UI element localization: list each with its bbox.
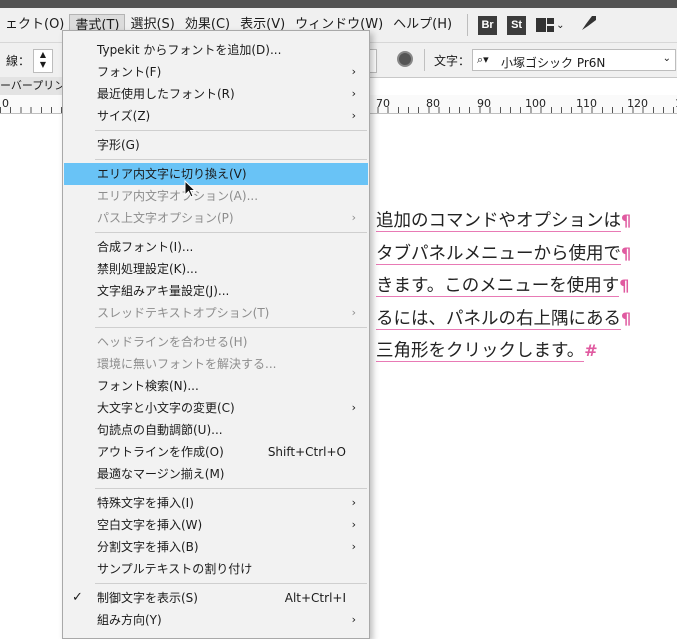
end-of-story-mark: # [584,341,598,360]
submenu-arrow-icon: › [351,65,356,78]
menubar-divider [467,14,469,36]
title-strip [0,0,677,8]
menu-item-insert-special-char[interactable]: 特殊文字を挿入(I) › [64,492,368,514]
menu-item-find-font[interactable]: フォント検索(N)... [64,375,368,397]
mouse-cursor-icon [184,180,196,198]
checkmark-icon: ✓ [72,590,83,605]
menu-item-insert-whitespace[interactable]: 空白文字を挿入(W) › [64,514,368,536]
workspace-switcher-icon[interactable]: ⌄ [536,18,564,32]
menu-item-mojikumi[interactable]: 文字組みアキ量設定(J)... [64,280,368,302]
ruler-label: 70 [376,97,390,110]
submenu-arrow-icon: › [351,518,356,531]
menu-item-change-case[interactable]: 大文字と小文字の変更(C) › [64,397,368,419]
submenu-arrow-icon: › [351,401,356,414]
text-line: るには、パネルの右上隅にある¶ [376,308,632,330]
menu-item-size[interactable]: サイズ(Z) › [64,105,368,127]
ruler-label: 80 [426,97,440,110]
paragraph-mark: ¶ [621,308,632,328]
character-label: 文字： [434,54,471,68]
ruler-label: 90 [477,97,491,110]
shortcut-text: Alt+Ctrl+I [284,591,346,605]
submenu-arrow-icon: › [351,613,356,626]
type-menu-dropdown: Typekit からフォントを追加(D)... フォント(F) › 最近使用したフ… [62,30,370,639]
menu-divider [95,488,367,489]
menu-item-glyphs[interactable]: 字形(G) [64,134,368,156]
submenu-arrow-icon: › [351,496,356,509]
chevron-down-icon[interactable]: ⌄ [663,53,671,64]
stock-icon[interactable]: St [507,15,527,35]
menu-item-kinsoku[interactable]: 禁則処理設定(K)... [64,258,368,280]
menu-divider [95,159,367,160]
menu-divider [95,327,367,328]
font-family-field[interactable]: ⌕▾ 小塚ゴシック Pr6N ⌄ [472,49,676,71]
ruler-label: 100 [525,97,546,110]
menu-item-fit-headline: ヘッドラインを合わせる(H) [97,335,248,349]
bridge-icon[interactable]: Br [478,15,498,35]
menu-item-smart-punctuation[interactable]: 句読点の自動調節(U)... [64,419,368,441]
menu-help[interactable]: ヘルプ(H) [388,14,457,36]
submenu-arrow-icon: › [351,109,356,122]
text-line: きます。このメニューを使用す¶ [376,276,630,297]
stroke-label: 線： [6,54,31,68]
menu-item-composite-fonts[interactable]: 合成フォント(I)... [64,236,368,258]
ruler-label: 0 [2,97,9,110]
menu-item-fill-placeholder[interactable]: サンプルテキストの割り付け [64,558,368,580]
submenu-arrow-icon: › [351,306,356,319]
menu-item-show-hidden-chars[interactable]: ✓ 制御文字を表示(S) Alt+Ctrl+I [64,587,368,609]
text-line: タブパネルメニューから使用で¶ [376,243,632,265]
submenu-arrow-icon: › [351,87,356,100]
stroke-stepper[interactable]: ▲ ▼ [33,49,53,73]
paragraph-mark: ¶ [621,243,632,263]
shortcut-text: Shift+Ctrl+O [267,445,346,459]
publish-rocket-icon[interactable] [580,14,598,36]
ruler-label: 110 [576,97,597,110]
paragraph-mark: ¶ [621,211,632,230]
menu-item-type-on-path-options: パス上文字オプション(P) › [64,207,368,229]
paragraph-mark: ¶ [619,276,630,295]
font-family-value: 小塚ゴシック Pr6N [501,56,606,70]
text-line: 追加のコマンドやオプションは¶ [376,211,632,232]
ruler-label: 120 [627,97,648,110]
menu-item-type-orientation[interactable]: 組み方向(Y) › [64,609,368,631]
text-line: 三角形をクリックします。# [376,341,598,362]
submenu-arrow-icon: › [351,211,356,224]
menu-item-typekit[interactable]: Typekit からフォントを追加(D)... [64,39,368,61]
menu-item-resolve-missing-fonts: 環境に無いフォントを解決する... [97,357,277,371]
menu-item-area-type[interactable]: エリア内文字に切り換え(V) [64,163,368,185]
menu-item-recent-fonts[interactable]: 最近使用したフォント(R) › [64,83,368,105]
menu-item-optical-margin[interactable]: 最適なマージン揃え(M) [64,463,368,485]
menu-item-area-type-options: エリア内文字オプション(A)... [97,189,259,203]
chevron-down-icon: ⌄ [556,19,565,31]
menu-item-insert-break[interactable]: 分割文字を挿入(B) › [64,536,368,558]
control-divider [424,49,425,71]
document-tab[interactable]: ーバープリントプレ [0,77,69,95]
search-icon: ⌕▾ [477,53,489,66]
menu-divider [95,583,367,584]
menu-item-create-outlines[interactable]: アウトラインを作成(O) Shift+Ctrl+O [64,441,368,463]
menu-divider [95,130,367,131]
submenu-arrow-icon: › [351,540,356,553]
menu-item-threaded-text: スレッドテキストオプション(T) › [64,302,368,324]
text-frame[interactable]: 追加のコマンドやオプションは¶ タブパネルメニューから使用で¶ きます。このメニ… [376,206,676,369]
recolor-icon[interactable] [397,51,413,67]
menu-object[interactable]: ェクト(O) [0,14,69,36]
menu-divider [95,232,367,233]
menu-item-font[interactable]: フォント(F) › [64,61,368,83]
